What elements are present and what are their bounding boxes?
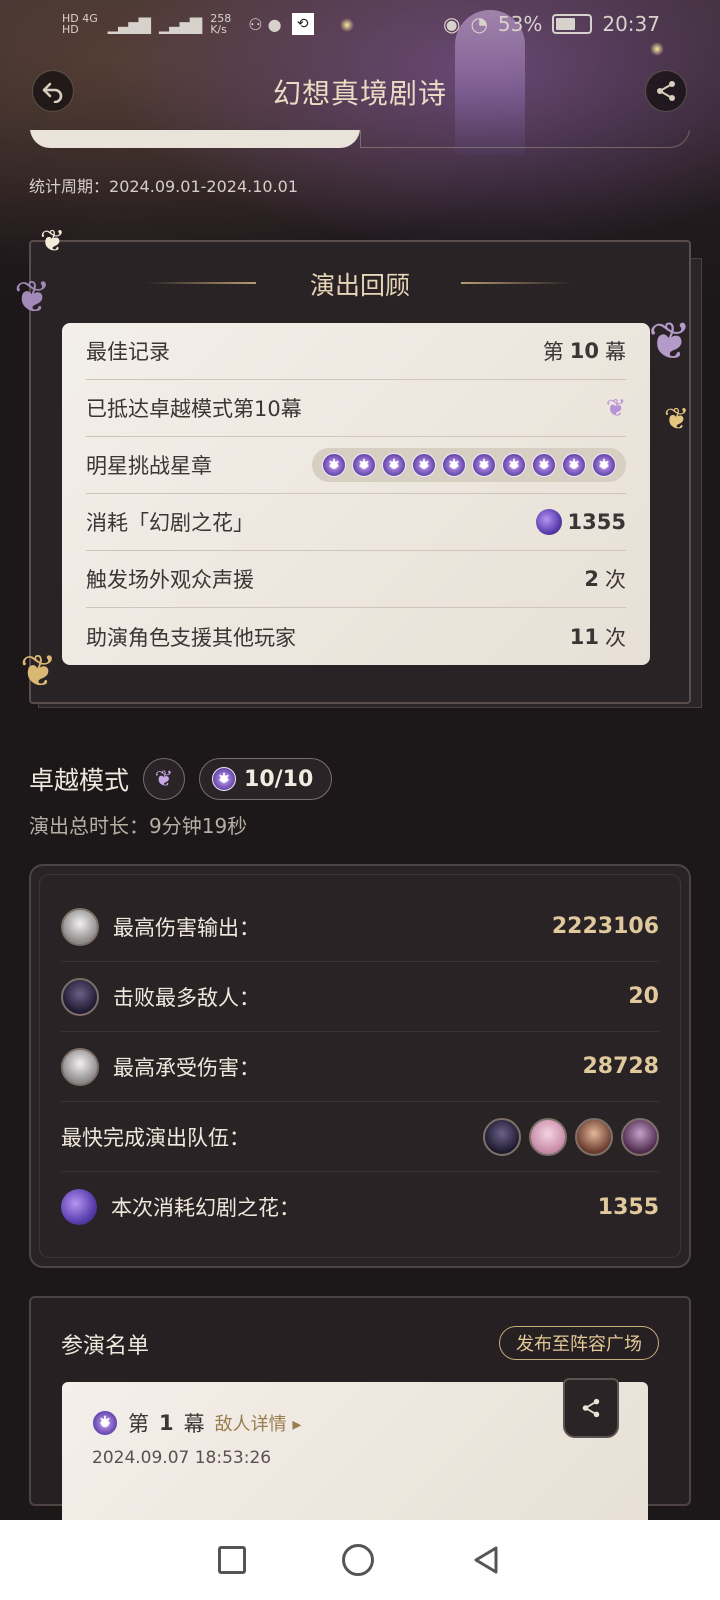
- publish-lineup-button[interactable]: 发布至阵容广场: [499, 1326, 659, 1360]
- star-medal-row: 明星挑战星章 ✲ ✲ ✲ ✲ ✲ ✲ ✲ ✲ ✲ ✲: [86, 437, 626, 494]
- stat-row-flowers: 本次消耗幻剧之花： 1355: [61, 1172, 659, 1242]
- avatar: [61, 977, 99, 1016]
- star-medal-icon: ✲: [412, 453, 436, 477]
- butterfly-icon: ❦: [605, 394, 626, 422]
- fantasy-flower-icon: [535, 509, 562, 535]
- back-nav-icon[interactable]: [470, 1544, 502, 1576]
- enemy-details-link[interactable]: 敌人详情 ▸: [215, 1410, 302, 1436]
- act-timestamp: 2024.09.07 18:53:26: [92, 1448, 272, 1468]
- star-medal-icon: ✲: [322, 453, 346, 477]
- app-header: 幻想真境剧诗: [0, 62, 720, 118]
- mode-header: 卓越模式 ❦ ✲ 10/10: [29, 758, 333, 800]
- star-medal-icon: ✲: [382, 453, 406, 477]
- sync-icon: ⟲: [291, 13, 314, 35]
- team-member-avatar[interactable]: [483, 1117, 521, 1156]
- team-member-avatar[interactable]: [575, 1117, 613, 1156]
- star-medal-icon: ✲: [92, 1410, 118, 1436]
- fantasy-flower-icon: [61, 1189, 97, 1225]
- status-left: HD 4G HD ▁▃▅▇ ▁▃▅▇ 258 K/s ⚇ ● ⟲: [62, 13, 314, 35]
- team-member-avatar[interactable]: [621, 1117, 659, 1156]
- star-medal-icon: ✲: [532, 453, 556, 477]
- stat-row-max-damage: 最高伤害输出： 2223106: [61, 892, 659, 962]
- share-icon: [657, 81, 675, 101]
- review-panel: 演出回顾 最佳记录 第 10 幕 已抵达卓越模式第10幕 ❦ 明星挑战星章 ✲ …: [29, 240, 691, 704]
- tab-previous-period[interactable]: [360, 130, 690, 148]
- butterfly-decoration-icon: ❦: [20, 646, 57, 697]
- stats-panel: 最高伤害输出： 2223106 击败最多敌人： 20 最高承受伤害： 28728…: [29, 864, 691, 1268]
- alarm-icon: ◔: [470, 12, 488, 36]
- network-speed: 258 K/s: [210, 12, 232, 36]
- flower-consumed-row: 消耗「幻剧之花」 1355: [86, 494, 626, 551]
- share-button[interactable]: [645, 70, 687, 112]
- battery-icon: [552, 14, 593, 34]
- period-tabs: [30, 130, 690, 150]
- signal-icon: ▁▃▅▇: [158, 14, 202, 34]
- system-nav-bar: [0, 1520, 720, 1600]
- star-medal-icon: ✲: [442, 453, 466, 477]
- page-title: 幻想真境剧诗: [272, 77, 447, 110]
- clock: 20:37: [602, 12, 660, 36]
- mode-title: 卓越模式: [29, 766, 130, 795]
- total-duration: 演出总时长：9分钟19秒: [29, 814, 248, 838]
- star-medal-icon: ✲: [212, 767, 237, 791]
- review-card: 最佳记录 第 10 幕 已抵达卓越模式第10幕 ❦ 明星挑战星章 ✲ ✲ ✲ ✲…: [62, 323, 650, 665]
- stat-row-most-defeated: 击败最多敌人： 20: [61, 962, 659, 1032]
- mode-score: ✲ 10/10: [199, 758, 333, 800]
- app-icon: ⚇ ●: [248, 14, 282, 34]
- review-title: 演出回顾: [309, 271, 410, 300]
- stats-period: 统计周期：2024.09.01-2024.10.01: [29, 177, 299, 196]
- signal-icon: ▁▃▅▇: [107, 14, 151, 34]
- butterfly-badge-icon: ❦: [143, 758, 186, 800]
- star-medal-icon: ✲: [562, 453, 586, 477]
- home-icon[interactable]: [342, 1544, 374, 1576]
- butterfly-decoration-icon: ❦: [14, 272, 51, 323]
- avatar: [61, 1047, 99, 1086]
- star-medal-icon: ✲: [472, 453, 496, 477]
- star-medal-icon: ✲: [502, 453, 526, 477]
- fastest-team: [483, 1117, 659, 1156]
- avatar: [61, 907, 99, 946]
- share-icon: [582, 1398, 600, 1418]
- act-card: ✲ 第 1 幕 敌人详情 ▸ 2024.09.07 18:53:26: [62, 1382, 648, 1522]
- cast-title: 参演名单: [61, 1334, 150, 1359]
- status-bar: HD 4G HD ▁▃▅▇ ▁▃▅▇ 258 K/s ⚇ ● ⟲ ◉ ◔ 53%…: [0, 0, 720, 48]
- best-record-value: 第 10 幕: [542, 339, 626, 364]
- audience-support-row: 触发场外观众声援 2 次: [86, 551, 626, 608]
- act-share-button[interactable]: [563, 1378, 619, 1438]
- star-medals: ✲ ✲ ✲ ✲ ✲ ✲ ✲ ✲ ✲ ✲: [312, 448, 626, 482]
- mode-reached-row: 已抵达卓越模式第10幕 ❦: [86, 380, 626, 437]
- best-record-row: 最佳记录 第 10 幕: [86, 323, 626, 380]
- star-medal-icon: ✲: [352, 453, 376, 477]
- stat-row-fastest-team: 最快完成演出队伍：: [61, 1102, 659, 1172]
- ornament-right: [461, 282, 571, 284]
- star-medal-icon: ✲: [592, 453, 616, 477]
- butterfly-decoration-icon: ❦: [664, 402, 690, 437]
- eye-icon: ◉: [443, 12, 461, 36]
- tab-current-period[interactable]: [30, 130, 360, 148]
- battery-percent: 53%: [497, 12, 543, 36]
- butterfly-decoration-icon: ❦: [648, 312, 692, 372]
- recents-icon[interactable]: [218, 1546, 246, 1574]
- team-member-avatar[interactable]: [529, 1117, 567, 1156]
- stat-row-max-taken: 最高承受伤害： 28728: [61, 1032, 659, 1102]
- network-indicator: HD 4G HD: [62, 12, 98, 36]
- status-right: ◉ ◔ 53% 20:37: [443, 12, 660, 36]
- butterfly-decoration-icon: ❦: [40, 224, 66, 259]
- support-others-row: 助演角色支援其他玩家 11 次: [86, 624, 626, 650]
